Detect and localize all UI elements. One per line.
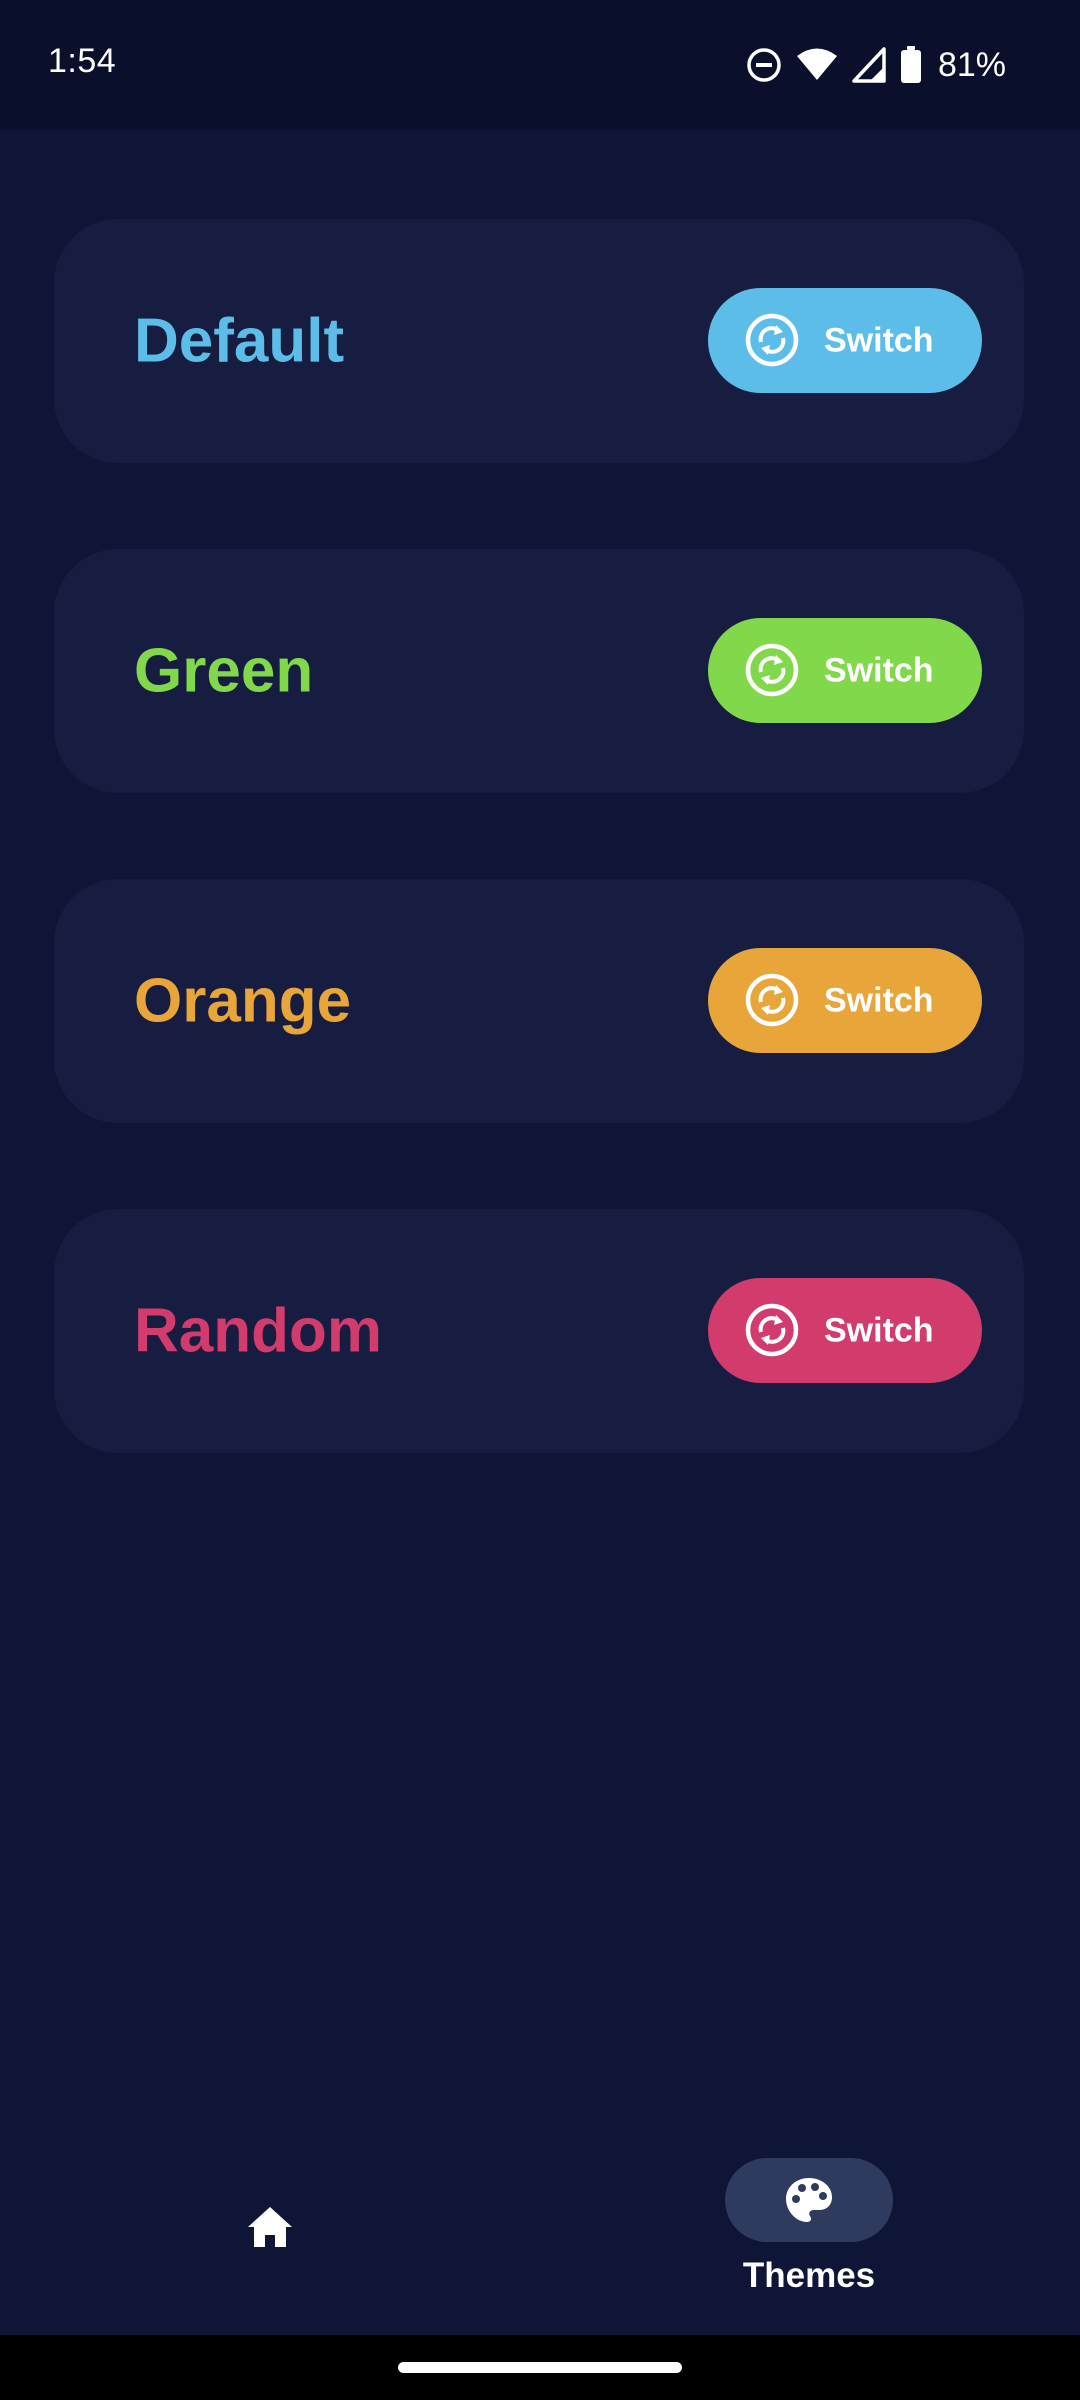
wifi-icon: [796, 48, 837, 80]
battery-percentage: 81%: [937, 45, 1006, 84]
switch-label: Switch: [824, 1311, 934, 1349]
theme-card-green: Green Switch: [54, 549, 1024, 793]
sync-icon: [745, 1303, 799, 1357]
switch-button-orange[interactable]: Switch: [708, 948, 982, 1053]
theme-card-default: Default Switch: [54, 219, 1024, 463]
sync-icon: [745, 313, 799, 367]
palette-icon: [786, 2178, 832, 2222]
switch-label: Switch: [824, 321, 934, 359]
bottom-navigation: Themes: [0, 2140, 1080, 2335]
switch-label: Switch: [824, 651, 934, 689]
do-not-disturb-icon: [747, 48, 781, 82]
gesture-handle[interactable]: [398, 2362, 682, 2373]
home-icon: [248, 2207, 292, 2247]
theme-card-orange: Orange Switch: [54, 879, 1024, 1123]
nav-item-themes[interactable]: Themes: [659, 2140, 959, 2335]
switch-label: Switch: [824, 981, 934, 1019]
status-bar: 1:54 81%: [0, 0, 1080, 130]
theme-card-random: Random Switch: [54, 1209, 1024, 1453]
theme-name: Green: [134, 636, 314, 706]
system-gesture-bar: [0, 2335, 1080, 2400]
signal-icon: [852, 47, 886, 83]
sync-icon: [745, 643, 799, 697]
nav-label-themes: Themes: [742, 2256, 876, 2295]
sync-icon: [745, 973, 799, 1027]
nav-item-home[interactable]: [120, 2140, 420, 2335]
themes-list: Default Switch Green Switch Orange Switc…: [0, 130, 1080, 2335]
status-time: 1:54: [48, 42, 117, 80]
switch-button-green[interactable]: Switch: [708, 618, 982, 723]
switch-button-default[interactable]: Switch: [708, 288, 982, 393]
status-icons: 81%: [746, 40, 1006, 90]
switch-button-random[interactable]: Switch: [708, 1278, 982, 1383]
battery-icon: [900, 46, 921, 83]
theme-name: Random: [134, 1296, 382, 1366]
theme-name: Default: [134, 306, 345, 376]
theme-name: Orange: [134, 966, 352, 1036]
